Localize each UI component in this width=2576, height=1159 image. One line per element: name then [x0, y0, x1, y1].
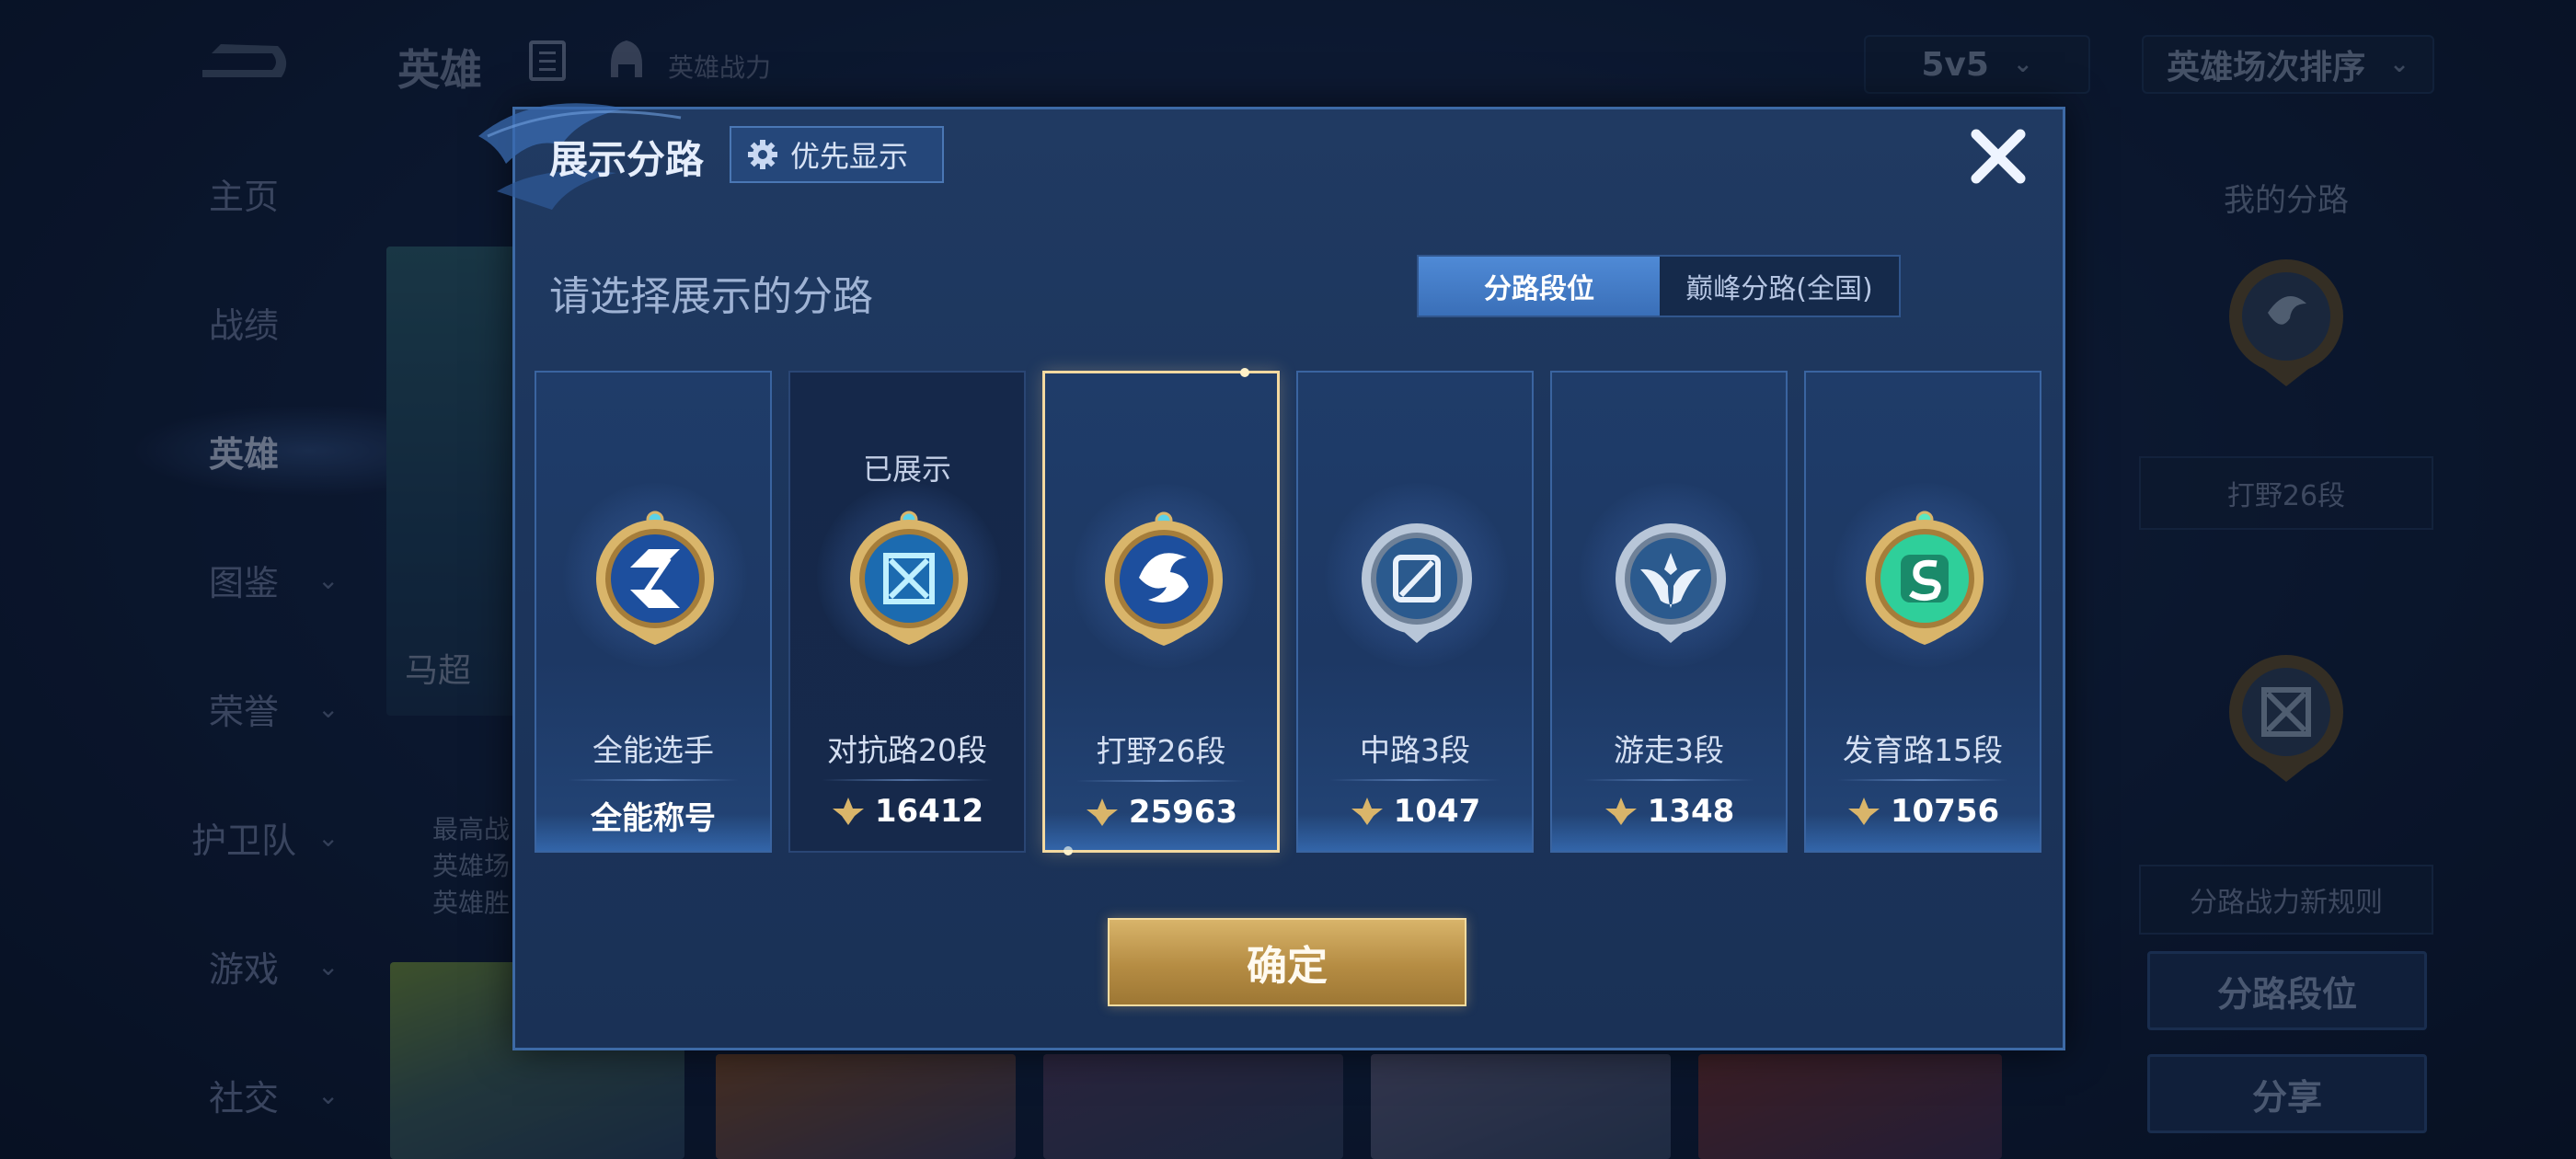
lane-score: 1348: [1552, 793, 1786, 830]
lane-score-value: 16412: [874, 793, 984, 830]
lane-name: 发育路15段: [1843, 732, 2003, 768]
lane-value-text: 全能称号: [591, 800, 716, 837]
lane-score: 10756: [1806, 793, 2040, 830]
priority-display-button[interactable]: 优先显示: [730, 126, 944, 183]
lane-name: 全能选手: [592, 732, 714, 768]
card-divider: [1837, 779, 2008, 781]
lane-card-roam[interactable]: 游走3段 1348: [1550, 371, 1788, 853]
tab-lane-rank[interactable]: 分路段位: [1419, 257, 1660, 316]
card-divider: [1076, 780, 1246, 782]
lane-score-value: 1348: [1647, 793, 1735, 830]
close-icon: [1971, 129, 2026, 184]
lane-score: 25963: [1045, 794, 1277, 831]
close-button[interactable]: [1961, 120, 2035, 193]
lane-card-farm[interactable]: 发育路15段 10756: [1804, 371, 2041, 853]
lane-score-value: 10756: [1890, 793, 2000, 830]
lane-card-all-round[interactable]: 全能选手 全能称号: [535, 371, 772, 853]
roam-badge-icon: [1616, 523, 1726, 643]
farm-lane-badge-icon: [1866, 511, 1984, 645]
gear-icon: [748, 140, 777, 169]
lane-name: 打野26段: [1096, 733, 1226, 769]
card-divider: [1329, 779, 1501, 781]
all-round-badge-icon: [596, 511, 714, 645]
lane-name: 中路3段: [1360, 732, 1470, 768]
tab-peak-lane-national[interactable]: 巅峰分路(全国): [1660, 257, 1899, 316]
mid-lane-badge-icon: [1362, 523, 1472, 643]
lane-score-value: 1047: [1393, 793, 1481, 830]
dialog-title: 展示分路: [549, 137, 705, 182]
lane-value: 全能称号: [536, 793, 770, 838]
priority-display-label: 优先显示: [790, 139, 909, 174]
confirm-button[interactable]: 确定: [1108, 918, 1466, 1006]
lane-name: 游走3段: [1614, 732, 1724, 768]
rank-type-tabs: 分路段位 巅峰分路(全国): [1417, 255, 1901, 317]
lane-score-value: 25963: [1128, 794, 1238, 831]
card-divider: [822, 779, 993, 781]
lane-power-icon: [1847, 798, 1880, 825]
lane-power-icon: [1604, 798, 1637, 825]
card-divider: [1583, 779, 1754, 781]
lane-power-icon: [832, 798, 864, 825]
lane-score: 16412: [790, 793, 1024, 830]
lane-power-icon: [1086, 798, 1118, 826]
lane-name: 对抗路20段: [827, 732, 987, 768]
lane-card-mid[interactable]: 中路3段 1047: [1296, 371, 1534, 853]
lane-card-jungle[interactable]: 打野26段 25963: [1042, 368, 1280, 855]
lane-card-clash[interactable]: 已展示 对抗路20段 16412: [788, 371, 1026, 853]
dialog-subtitle: 请选择展示的分路: [549, 273, 873, 320]
lane-power-icon: [1351, 798, 1383, 825]
jungle-badge-icon: [1105, 511, 1223, 646]
clash-lane-badge-icon: [850, 511, 968, 645]
card-divider: [568, 779, 739, 781]
corner-dot: [1240, 368, 1249, 377]
lane-score: 1047: [1298, 793, 1532, 830]
